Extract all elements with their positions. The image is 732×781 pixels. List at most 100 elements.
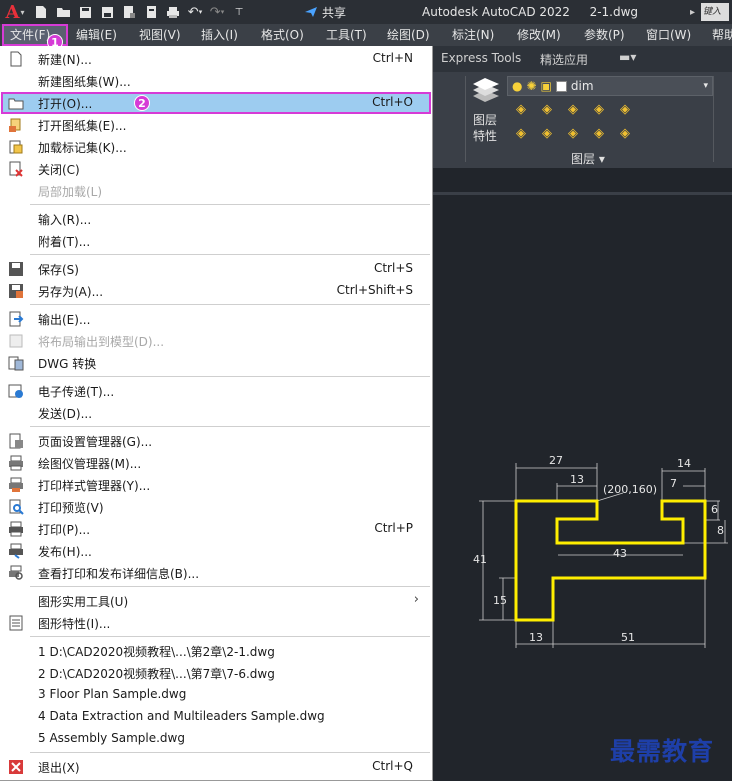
menu-item-attach[interactable]: 附着(T)... [1,230,431,252]
layer-stack-icon[interactable] [471,76,501,106]
open-folder-icon [8,98,24,110]
search-input[interactable]: 键入 [701,3,730,21]
menu-item-save[interactable]: 保存(S) Ctrl+S [1,258,431,280]
lock-icon: ▣ [540,79,552,93]
dim-8: 8 [717,524,724,537]
menu-item-recent-2[interactable]: 2 D:\CAD2020视频教程\...\第7章\7-6.dwg [1,662,431,684]
open-icon[interactable] [52,1,74,23]
menu-item-label: 新建图纸集(W)... [38,75,131,89]
menu-divider [30,636,430,637]
menu-item-exit[interactable]: 退出(X) Ctrl+Q [1,756,431,778]
menu-item-page-setup[interactable]: 页面设置管理器(G)... [1,430,431,452]
plot-details-icon [9,565,23,580]
menu-item-plot[interactable]: 打印(P)... Ctrl+P [1,518,431,540]
menu-item-drawing-utilities[interactable]: 图形实用工具(U) › [1,590,431,612]
save-icon[interactable] [74,1,96,23]
new-icon[interactable] [30,1,52,23]
menu-item-saveas[interactable]: 另存为(A)... Ctrl+Shift+S [1,280,431,302]
exit-icon [9,760,23,774]
menu-item-etransmit[interactable]: 电子传递(T)... [1,380,431,402]
menu-item-open[interactable]: 打开(O)... Ctrl+O [1,92,431,114]
menu-item-label: 另存为(A)... [38,285,104,299]
bulb-icon: ● [512,79,523,93]
redo-icon[interactable]: ↷ ▾ [206,1,228,23]
menu-item-label: 打印预览(V) [38,501,104,515]
share-drawing-icon[interactable] [140,1,162,23]
menu-item-export[interactable]: 输出(E)... [1,308,431,330]
customize-qat-icon[interactable]: ⊤ [228,1,250,23]
quick-access-toolbar: A ▾ ↶ ▾ ↷ ▾ ⊤ [0,0,250,24]
plot-icon[interactable] [162,1,184,23]
save-as-icon[interactable] [96,1,118,23]
tab-express-tools[interactable]: Express Tools [441,51,521,65]
layer-properties-label[interactable]: 图层特性 [473,112,499,144]
autocad-logo-icon[interactable]: A ▾ [0,0,30,24]
menu-item-recent-1[interactable]: 1 D:\CAD2020视频教程\...\第2章\2-1.dwg [1,640,431,662]
menu-item-label: 新建(N)... [38,53,92,67]
menu-item-open-sheetset[interactable]: 打开图纸集(E)... [1,114,431,136]
menu-modify[interactable]: 修改(M) [517,24,561,46]
print-icon [9,521,23,537]
menu-item-label: 发布(H)... [38,545,92,559]
web-mobile-icon[interactable] [118,1,140,23]
layer-tool-icon[interactable]: ◈ [563,102,583,118]
menu-item-label: 退出(X) [38,761,80,775]
menu-item-new-sheetset[interactable]: 新建图纸集(W)... [1,70,431,92]
menu-divider [30,586,430,587]
layer-tool-icon[interactable]: ◈ [589,102,609,118]
menu-item-send[interactable]: 发送(D)... [1,402,431,424]
menu-item-label: 查看打印和发布详细信息(B)... [38,567,200,581]
menu-window[interactable]: 窗口(W) [646,24,691,46]
menu-item-partial-load[interactable]: 局部加载(L) [1,180,431,202]
drawing-canvas[interactable]: 27 14 13 7 (200,160) 6 8 43 41 15 13 51 [433,168,732,781]
drawing-svg: 27 14 13 7 (200,160) 6 8 43 41 15 13 51 [473,454,728,648]
menu-insert[interactable]: 插入(I) [201,24,238,46]
layer-tool-icon[interactable]: ◈ [615,126,635,142]
menu-item-plot-details[interactable]: 查看打印和发布详细信息(B)... [1,562,431,584]
menu-item-load-markup[interactable]: 加载标记集(K)... [1,136,431,158]
layers-panel-label[interactable]: 图层 ▾ [571,150,605,167]
menu-item-export-layout[interactable]: 将布局输出到模型(D)... [1,330,431,352]
dwg-convert-icon [8,356,24,371]
menu-help[interactable]: 帮助 [712,24,732,46]
menu-item-drawing-props[interactable]: 图形特性(I)... [1,612,431,634]
menu-item-close[interactable]: 关闭(C) [1,158,431,180]
menu-draw[interactable]: 绘图(D) [387,24,430,46]
menu-item-recent-5[interactable]: 5 Assembly Sample.dwg [1,728,431,750]
menu-edit[interactable]: 编辑(E) [76,24,117,46]
menu-item-import[interactable]: 输入(R)... [1,208,431,230]
export-layout-icon [9,334,23,348]
chevron-right-icon[interactable]: ▸ [690,7,695,18]
menu-params[interactable]: 参数(P) [584,24,625,46]
menu-item-recent-4[interactable]: 4 Data Extraction and Multileaders Sampl… [1,706,431,728]
menu-item-plotter-mgr[interactable]: 绘图仪管理器(M)... [1,452,431,474]
page-setup-icon [9,433,23,449]
tab-featured-apps[interactable]: 精选应用 [540,51,588,68]
sun-icon: ✺ [526,79,537,93]
layer-tool-icon[interactable]: ◈ [511,126,531,142]
undo-icon[interactable]: ↶ ▾ [184,1,206,23]
layer-tool-icon[interactable]: ◈ [537,102,557,118]
layer-tool-icon[interactable]: ◈ [615,102,635,118]
tab-overflow-icon[interactable]: ▬▾ [619,50,636,64]
layer-dropdown[interactable]: ● ✺ ▣ dim ▾ [507,76,713,96]
menu-item-dwg-convert[interactable]: DWG 转换 [1,352,431,374]
menu-item-plotstyle-mgr[interactable]: 打印样式管理器(Y)... [1,474,431,496]
recent-file-label: 2 D:\CAD2020视频教程\...\第7章\7-6.dwg [38,667,275,681]
menu-item-label: 局部加载(L) [38,185,103,199]
share-button[interactable]: 共享 [304,0,346,24]
layer-tool-icon[interactable]: ◈ [589,126,609,142]
shortcut: Ctrl+O [372,95,413,109]
dim-14: 14 [677,457,691,470]
menu-tools[interactable]: 工具(T) [326,24,367,46]
menu-item-new[interactable]: 新建(N)... Ctrl+N [1,48,431,70]
menu-item-publish[interactable]: 发布(H)... [1,540,431,562]
layer-tool-icon[interactable]: ◈ [537,126,557,142]
menu-item-plot-preview[interactable]: 打印预览(V) [1,496,431,518]
menu-dimension[interactable]: 标注(N) [452,24,494,46]
menu-format[interactable]: 格式(O) [261,24,304,46]
menu-item-recent-3[interactable]: 3 Floor Plan Sample.dwg [1,684,431,706]
layer-tool-icon[interactable]: ◈ [563,126,583,142]
layer-tool-icon[interactable]: ◈ [511,102,531,118]
menu-view[interactable]: 视图(V) [139,24,181,46]
